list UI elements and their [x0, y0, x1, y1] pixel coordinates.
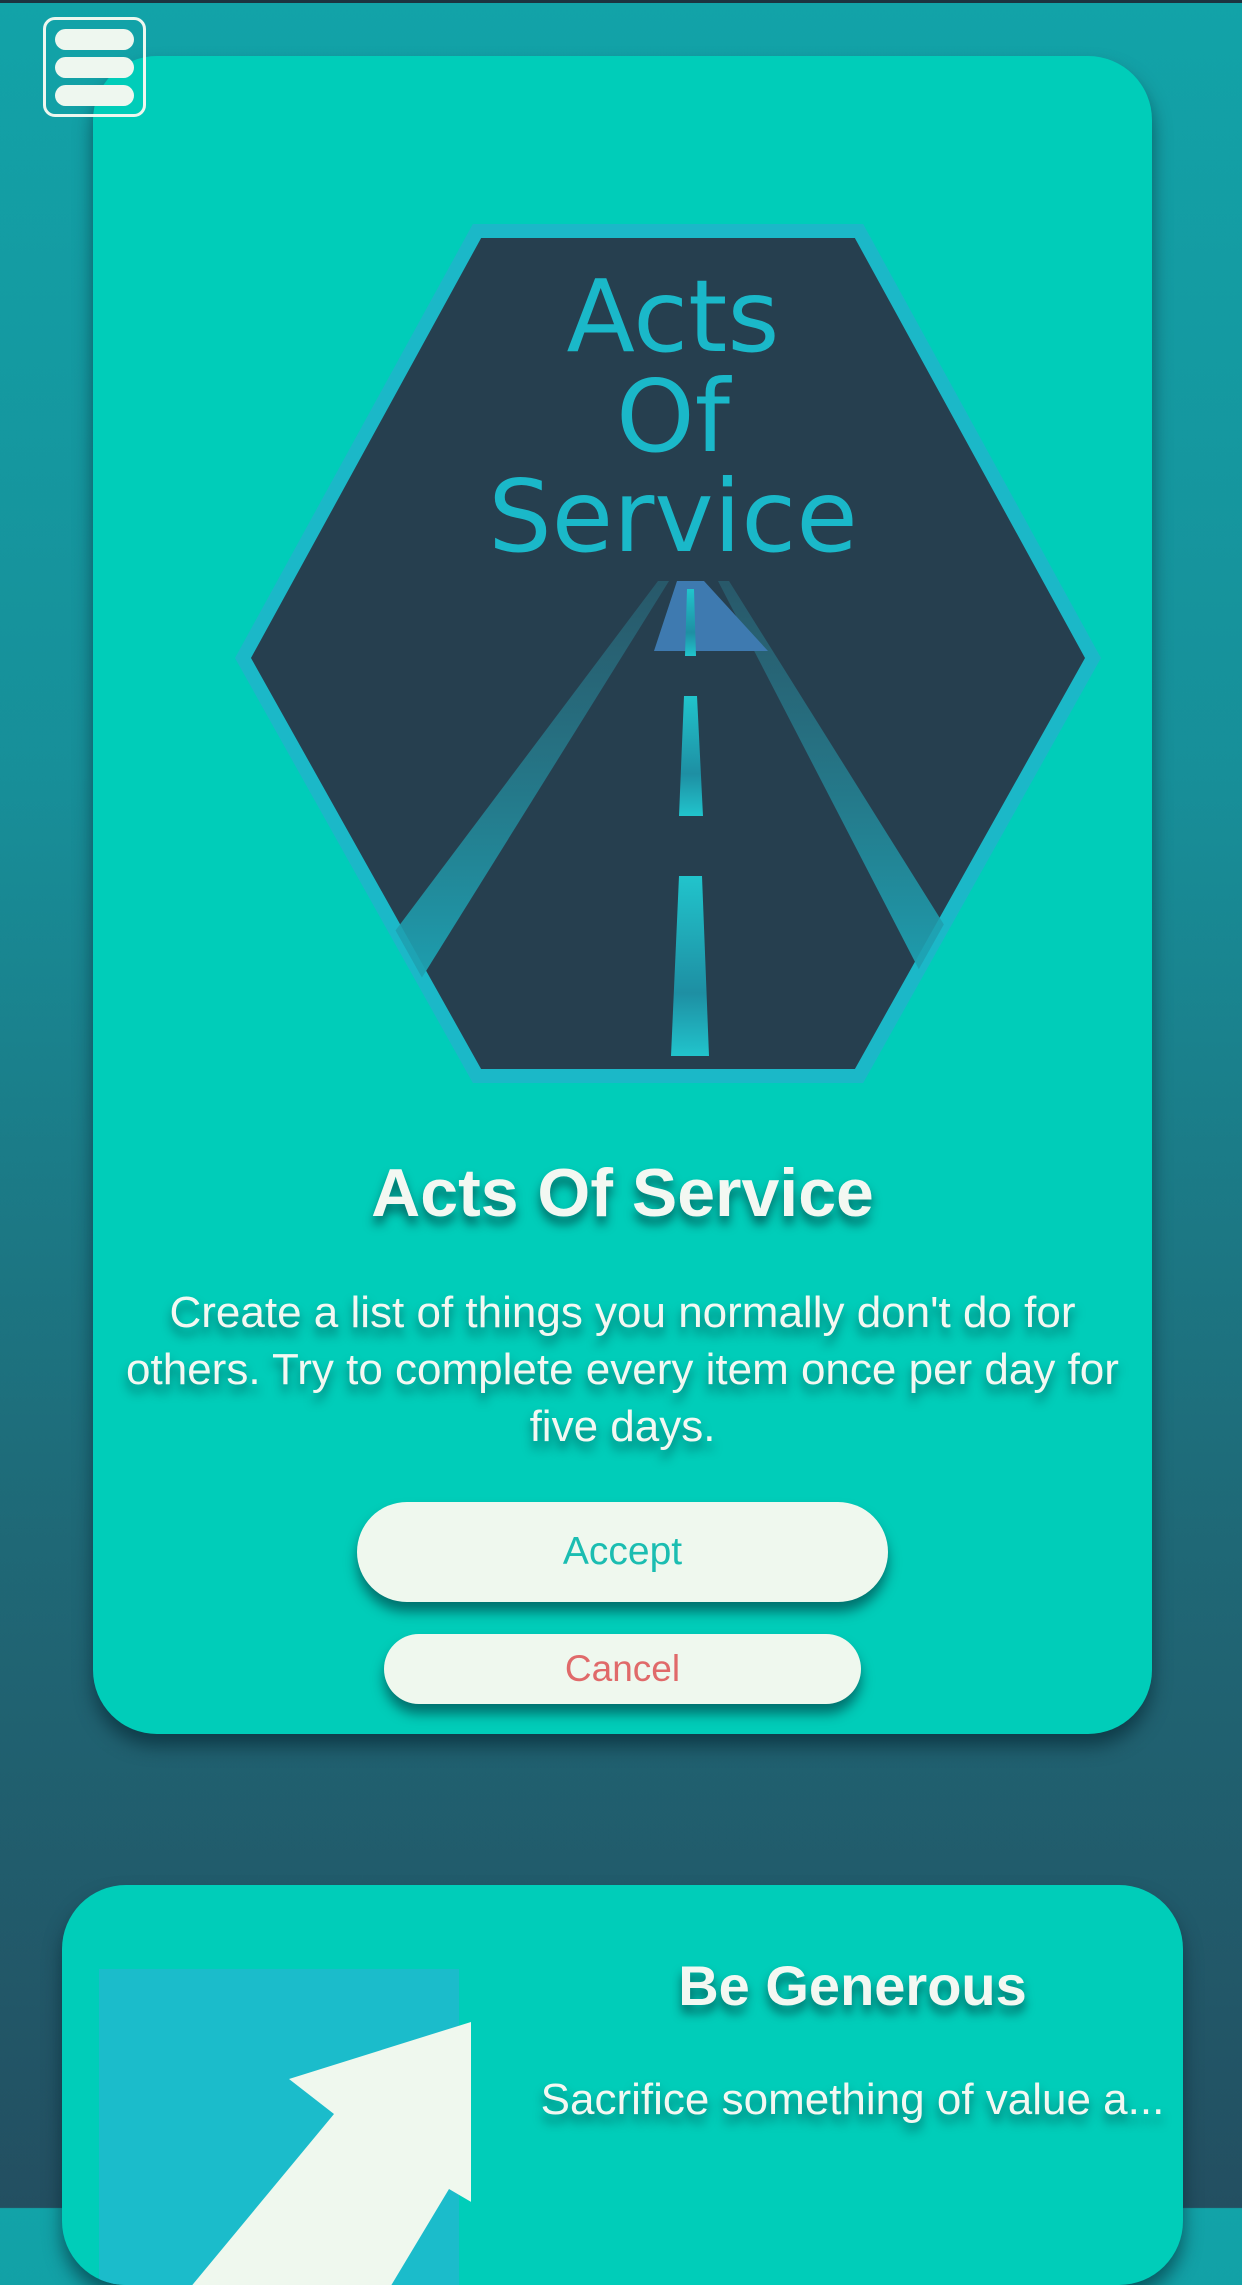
challenge-title: Acts Of Service	[371, 1155, 874, 1231]
rising-arrow-icon	[99, 1969, 471, 2285]
menu-button[interactable]	[43, 17, 146, 117]
emblem-line: Service	[488, 458, 858, 575]
cancel-button[interactable]: Cancel	[384, 1634, 861, 1704]
road-hexagon-icon: Acts Of Service	[234, 224, 1102, 1083]
accept-button[interactable]: Accept	[357, 1502, 888, 1602]
challenge-card-acts-of-service: Acts Of Service Acts Of Service Create a…	[93, 56, 1152, 1734]
menu-bar	[55, 29, 134, 50]
status-line	[0, 0, 1242, 3]
challenge-description: Create a list of things you normally don…	[126, 1288, 1119, 1451]
challenge-card-be-generous[interactable]: Be Generous Sacrifice something of value…	[62, 1885, 1183, 2285]
menu-bar	[55, 85, 134, 106]
challenge-title: Be Generous	[678, 1954, 1027, 2017]
challenge-description: Sacrifice something of value a...	[540, 2075, 1165, 2124]
menu-bar	[55, 57, 134, 78]
